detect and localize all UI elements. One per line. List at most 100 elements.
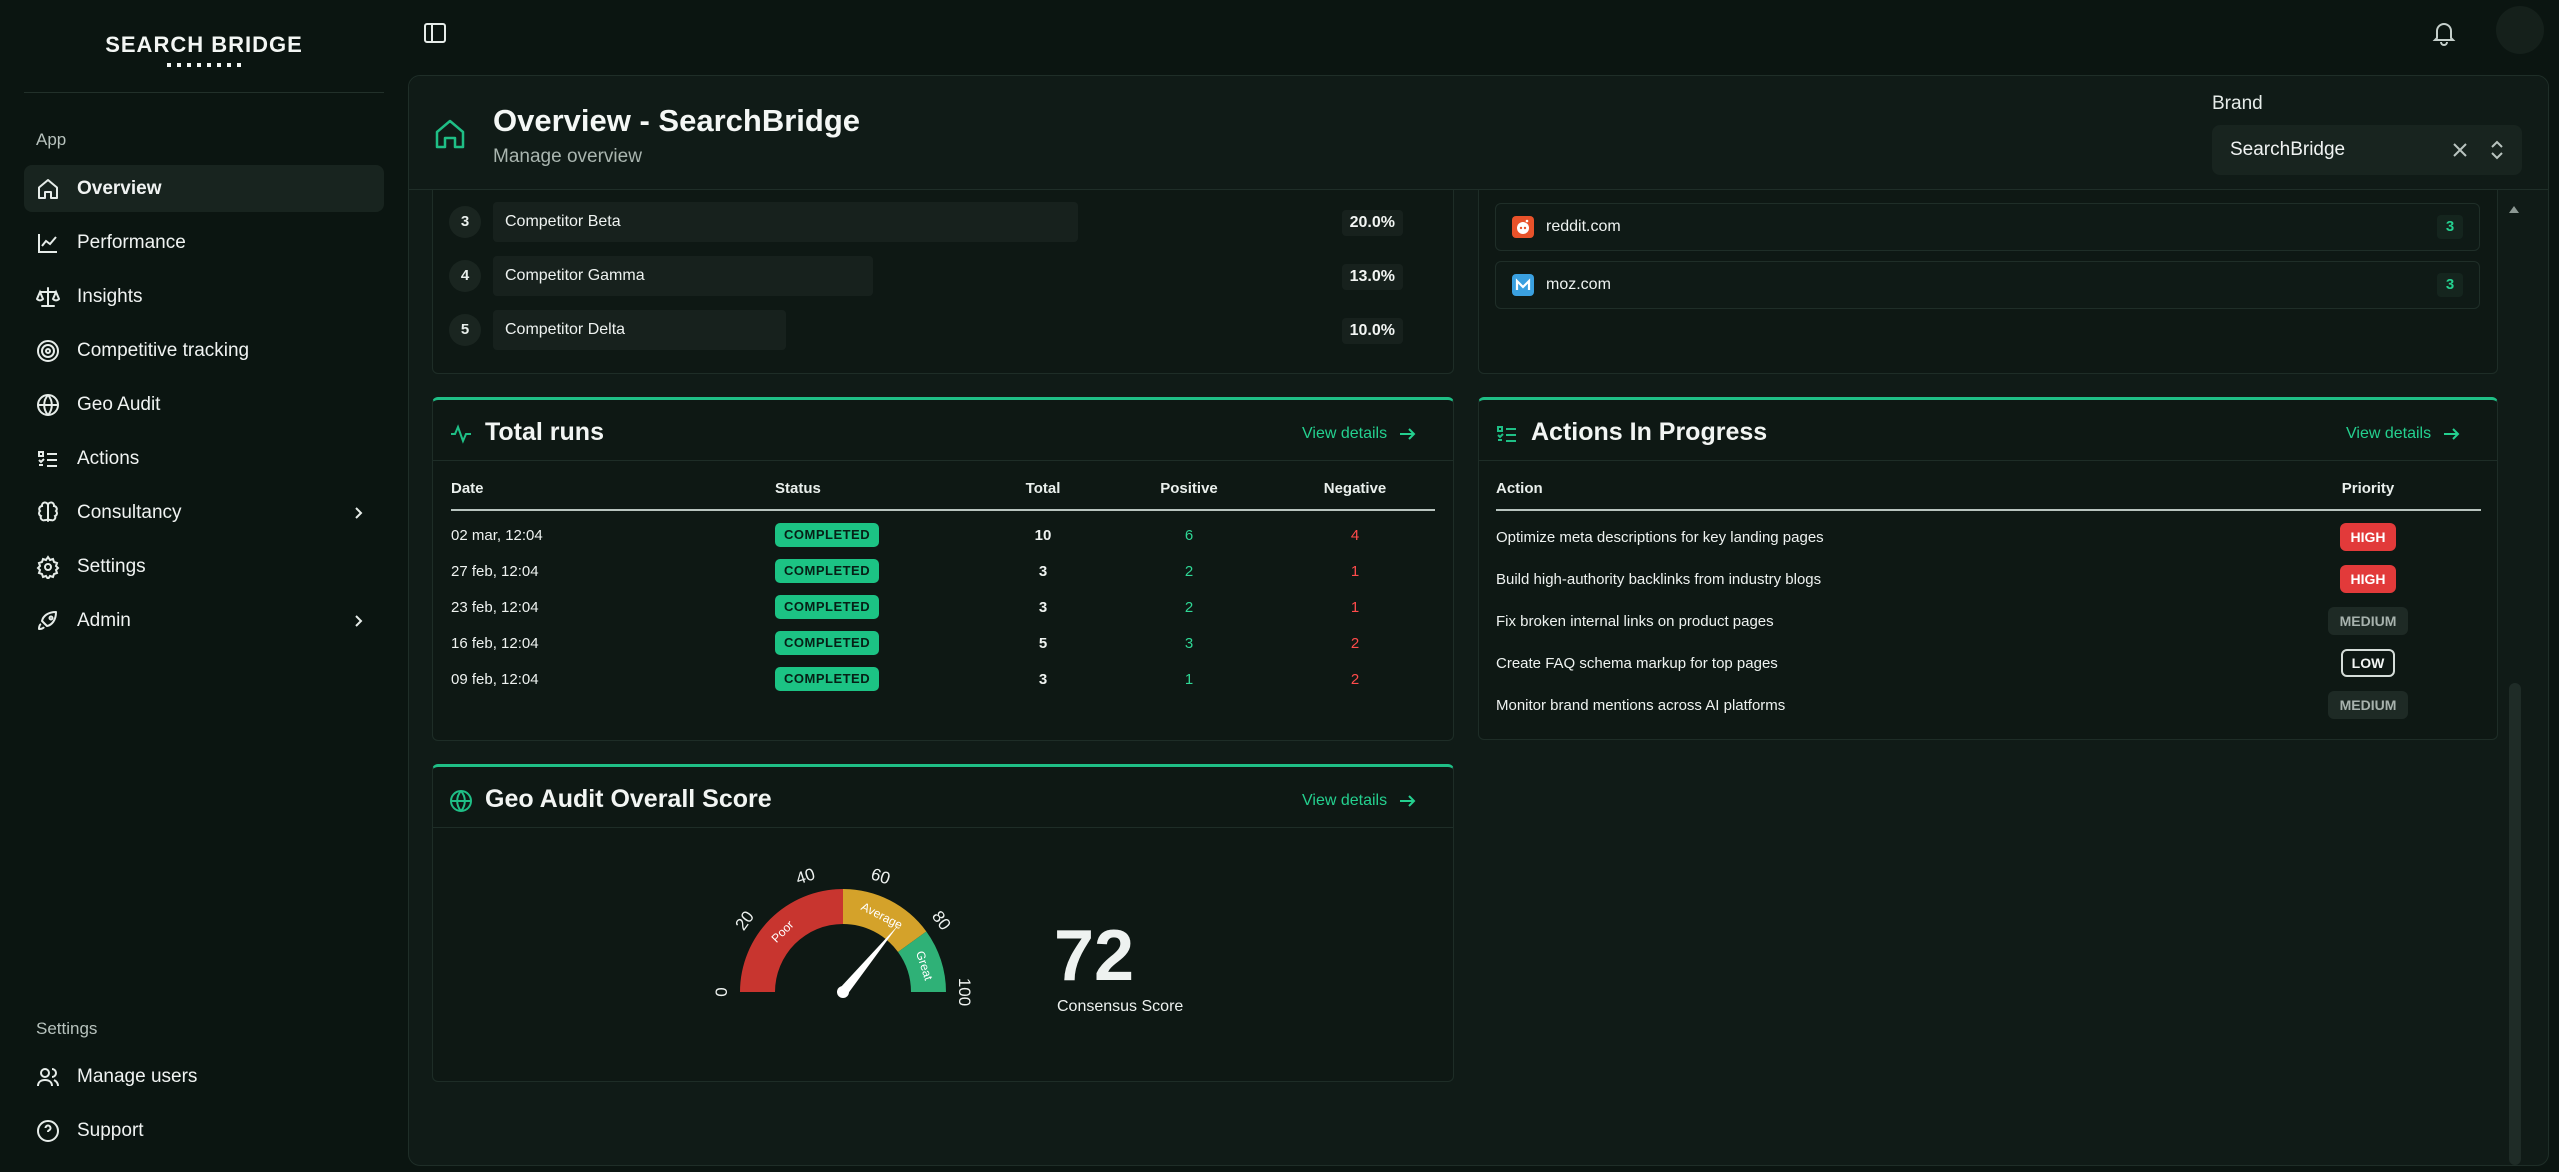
priority-badge: MEDIUM <box>2328 607 2408 635</box>
geo-audit-card: Geo Audit Overall Score View details Poo… <box>432 764 1454 1082</box>
sidebar-item-label: Performance <box>77 231 186 253</box>
view-details-link[interactable]: View details <box>1302 791 1417 811</box>
app-logo[interactable]: SEARCH BRIDGE <box>0 32 408 67</box>
run-date: 02 mar, 12:04 <box>451 527 543 544</box>
competitor-name: Competitor Delta <box>505 321 626 338</box>
sidebar-item-performance[interactable]: Performance <box>24 219 384 266</box>
sidebar-item-settings[interactable]: Settings <box>24 543 384 590</box>
view-details-label: View details <box>1302 792 1388 809</box>
score-gauge: Poor AverageGreat02040 6080100 <box>712 864 974 1006</box>
bell-icon[interactable] <box>2430 19 2458 47</box>
sidebar-item-admin[interactable]: Admin <box>24 597 384 644</box>
column-header: Action <box>1496 480 1543 497</box>
count-badge: 3 <box>2437 215 2463 239</box>
scrollbar-thumb[interactable] <box>2509 683 2521 1165</box>
close-icon[interactable] <box>2449 139 2471 161</box>
brand-select[interactable]: SearchBridge <box>2212 125 2522 175</box>
sidebar-item-support[interactable]: Support <box>24 1107 384 1154</box>
action-name: Build high-authority backlinks from indu… <box>1496 571 1822 588</box>
card-title: Actions In Progress <box>1531 418 1768 446</box>
table-header-divider <box>451 509 1435 511</box>
run-positive: 2 <box>1184 563 1194 580</box>
run-negative: 1 <box>1350 599 1360 616</box>
divider <box>24 92 384 93</box>
priority-badge: LOW <box>2341 649 2395 677</box>
activity-icon <box>449 422 473 446</box>
actions-card: Actions In Progress View details Action … <box>1478 397 2498 740</box>
run-positive: 6 <box>1184 527 1194 544</box>
rank-badge: 3 <box>449 206 481 238</box>
share-value: 10.0% <box>1341 318 1403 344</box>
run-total: 3 <box>1038 563 1048 580</box>
divider <box>1479 460 2497 461</box>
page-subtitle: Manage overview <box>493 146 642 167</box>
sidebar-item-geo-audit[interactable]: Geo Audit <box>24 381 384 428</box>
score-value: 72 <box>1054 916 1135 996</box>
sidebar-toggle-icon[interactable] <box>422 20 448 46</box>
column-header: Total <box>1025 480 1061 497</box>
users-icon <box>36 1065 60 1089</box>
status-badge: COMPLETED <box>775 523 880 547</box>
logo-dots <box>0 63 408 67</box>
sidebar-item-insights[interactable]: Insights <box>24 273 384 320</box>
gauge-tick-label: 100 <box>955 978 974 1006</box>
rocket-icon <box>36 609 60 633</box>
competitor-name: Competitor Gamma <box>505 267 645 284</box>
gauge-hub <box>837 986 849 998</box>
competitor-name: Competitor Beta <box>505 213 621 230</box>
sidebar-item-label: Insights <box>77 285 143 307</box>
sidebar-item-label: Admin <box>77 609 131 631</box>
status-badge: COMPLETED <box>775 559 880 583</box>
rank-badge: 5 <box>449 314 481 346</box>
status-badge: COMPLETED <box>775 631 880 655</box>
moz-icon <box>1512 274 1534 296</box>
gauge-tick-label: 40 <box>794 864 818 888</box>
card-title: Geo Audit Overall Score <box>485 785 772 813</box>
rank-badge: 4 <box>449 260 481 292</box>
status-badge: COMPLETED <box>775 595 880 619</box>
sidebar-item-actions[interactable]: Actions <box>24 435 384 482</box>
avatar[interactable] <box>2496 6 2544 54</box>
chevron-up-down-icon[interactable] <box>2486 138 2508 162</box>
gauge-tick-label: 60 <box>869 864 893 888</box>
sidebar-item-overview[interactable]: Overview <box>24 165 384 212</box>
sidebar-item-label: Overview <box>77 177 162 199</box>
run-positive: 2 <box>1184 599 1194 616</box>
domain-name: reddit.com <box>1546 218 1621 235</box>
view-details-link[interactable]: View details <box>2346 424 2461 444</box>
reddit-icon <box>1512 216 1534 238</box>
run-positive: 3 <box>1184 635 1194 652</box>
list-checks-icon <box>1495 422 1519 446</box>
chevron-right-icon <box>348 611 368 631</box>
run-date: 09 feb, 12:04 <box>451 671 539 688</box>
gauge-needle <box>839 924 900 996</box>
sidebar-item-competitive-tracking[interactable]: Competitive tracking <box>24 327 384 374</box>
run-negative: 2 <box>1350 671 1360 688</box>
sidebar-item-label: Actions <box>77 447 140 469</box>
home-icon <box>36 177 60 201</box>
priority-badge: HIGH <box>2340 523 2396 551</box>
list-item[interactable]: reddit.com 3 <box>1495 203 2480 251</box>
table-header-divider <box>1496 509 2481 511</box>
view-details-link[interactable]: View details <box>1302 424 1417 444</box>
column-header: Status <box>775 480 821 497</box>
main-panel: Overview - SearchBridge Manage overview … <box>408 75 2549 1166</box>
run-date: 16 feb, 12:04 <box>451 635 539 652</box>
view-details-label: View details <box>1302 425 1388 442</box>
column-header: Positive <box>1160 480 1218 497</box>
score-label: Consensus Score <box>1057 998 1184 1015</box>
sidebar-item-label: Manage users <box>77 1065 198 1087</box>
action-name: Monitor brand mentions across AI platfor… <box>1496 697 1786 714</box>
sidebar-item-label: Settings <box>77 555 146 577</box>
home-icon <box>433 117 467 151</box>
sidebar-item-manage-users[interactable]: Manage users <box>24 1053 384 1100</box>
brain-icon <box>36 501 60 525</box>
scroll-up-icon[interactable] <box>2508 204 2520 214</box>
arrow-right-icon <box>1400 795 1416 807</box>
nav-section-app: App <box>36 130 67 149</box>
scale-icon <box>35 285 61 309</box>
gear-icon <box>36 555 60 581</box>
list-item[interactable]: moz.com 3 <box>1495 261 2480 309</box>
run-total: 10 <box>1034 527 1052 544</box>
sidebar-item-consultancy[interactable]: Consultancy <box>24 489 384 536</box>
